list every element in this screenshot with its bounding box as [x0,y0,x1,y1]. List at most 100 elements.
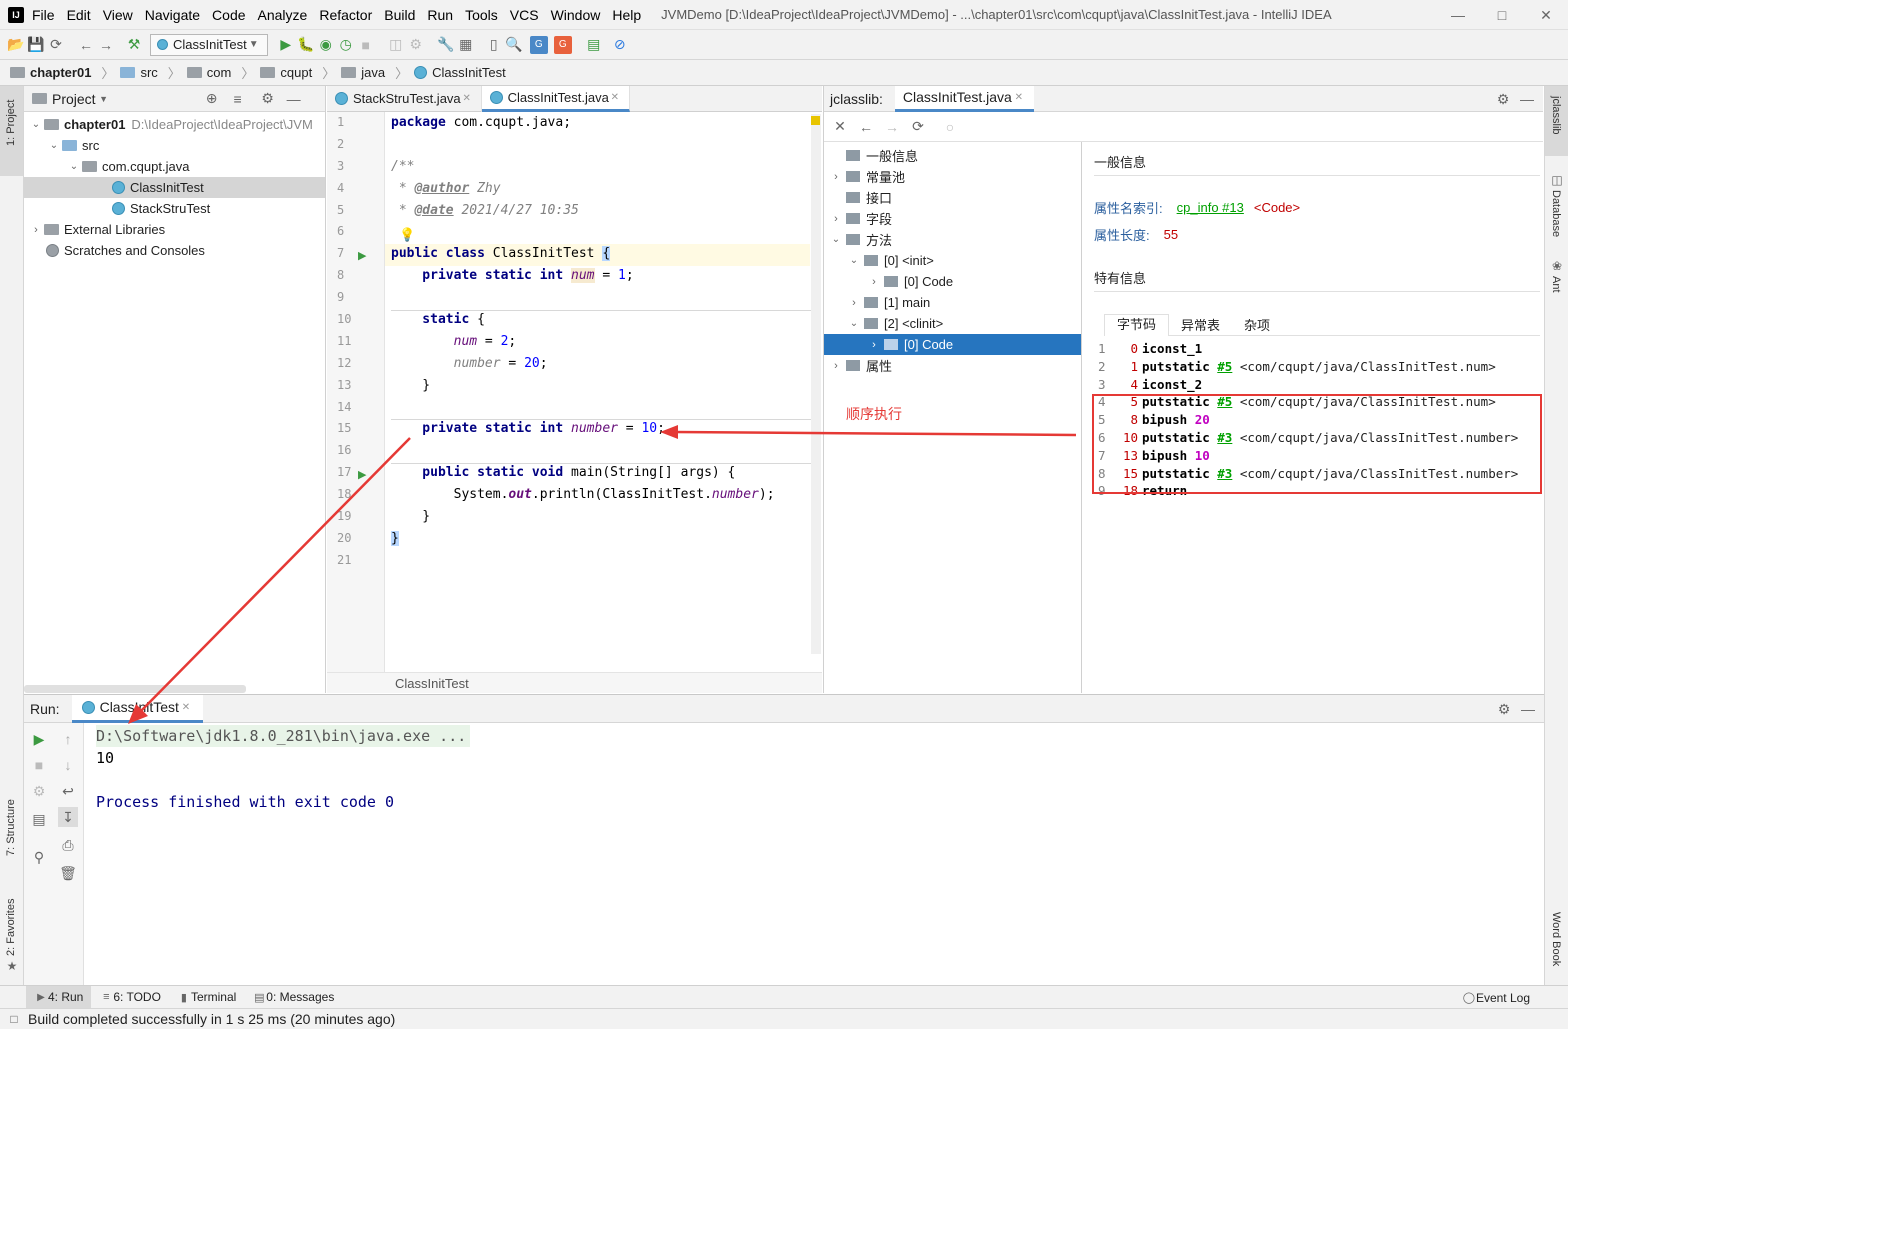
tab-terminal[interactable]: ▮ Terminal [169,986,244,1009]
chevron-down-icon[interactable]: ⌄ [844,251,864,271]
menu-item-code[interactable]: Code [212,7,245,23]
structure-tool-label[interactable]: 7: Structure [5,799,17,856]
event-log-tab[interactable]: ◯ Event Log [1454,986,1538,1009]
vcs-icon[interactable]: ⚙ [406,35,426,55]
close-tab-icon[interactable]: ✕ [461,89,473,109]
hide-icon[interactable]: — [1517,89,1537,109]
close-icon[interactable]: ✕ [830,117,850,137]
ant-icon[interactable]: ❀ [1547,256,1567,276]
tab-stackstrutest[interactable]: StackStruTest.java ✕ [327,85,482,112]
tree-item-classinittest[interactable]: ClassInitTest [24,177,325,198]
chevron-right-icon[interactable]: › [28,220,44,240]
run-gutter-icon[interactable]: ▶ [358,249,366,262]
chevron-down-icon[interactable]: ⌄ [46,136,62,156]
menu-item-run[interactable]: Run [427,7,453,23]
maximize-icon[interactable]: □ [1480,5,1524,25]
scroll-up-icon[interactable]: ↑ [58,729,78,749]
close-tab-icon[interactable]: ✕ [1012,87,1026,107]
layout-icon[interactable]: ▤ [29,809,49,829]
menu-item-edit[interactable]: Edit [67,7,91,23]
tab-classinittest[interactable]: ClassInitTest.java ✕ [481,85,630,112]
tab-run[interactable]: ▶ 4: Run [26,985,92,1009]
gear-icon[interactable]: ⚙ [1493,89,1513,109]
editor-scrollbar[interactable] [811,114,821,654]
favorites-tool-label[interactable]: 2: Favorites [5,899,17,956]
tree-item-init[interactable]: ⌄ [0] <init> [824,250,1081,271]
tree-item-attributes[interactable]: › 属性 [824,355,1081,376]
profile-icon[interactable]: ◷ [336,35,356,55]
close-tab-icon[interactable]: ✕ [609,87,621,107]
chevron-right-icon[interactable]: › [864,335,884,355]
monitor-icon[interactable]: ▤ [584,35,604,55]
tree-item-src[interactable]: ⌄ src [24,135,325,156]
tree-item-fields[interactable]: › 字段 [824,208,1081,229]
jclasslib-tab[interactable]: ClassInitTest.java ✕ [894,85,1034,112]
tree-item-package[interactable]: ⌄ com.cqupt.java [24,156,325,177]
hide-icon[interactable]: — [284,89,304,109]
tree-item-clinit-code[interactable]: › [0] Code [824,334,1081,355]
chevron-down-icon[interactable]: ⌄ [66,157,82,177]
chevron-down-icon[interactable]: ⌄ [826,230,846,250]
breadcrumb-item[interactable]: com [207,65,232,80]
tree-item-methods[interactable]: ⌄ 方法 [824,229,1081,250]
trash-icon[interactable]: 🗑 [58,863,78,883]
chevron-right-icon[interactable]: › [826,209,846,229]
debug-icon[interactable]: 🐛 [296,35,316,55]
console-output[interactable]: D:\Software\jdk1.8.0_281\bin\java.exe ..… [96,725,471,813]
back-icon[interactable]: ← [856,117,876,137]
editor-footer-label[interactable]: ClassInitTest [395,676,469,691]
menu-item-analyze[interactable]: Analyze [258,7,308,23]
database-tool-label[interactable]: Database [1550,190,1562,237]
gear-icon[interactable]: ⚙ [1494,699,1514,719]
print-icon[interactable]: ⎙ [58,835,78,855]
run-icon[interactable]: ▶ [276,35,296,55]
tree-item-stackstrutest[interactable]: StackStruTest [24,198,325,219]
chevron-down-icon[interactable]: ⌄ [28,115,44,135]
tree-item-interfaces[interactable]: 接口 [824,187,1081,208]
status-toggle-icon[interactable]: □ [6,1009,22,1029]
minimize-icon[interactable]: — [1436,5,1480,25]
web-icon[interactable]: ○ [940,117,960,137]
stop-icon[interactable]: ■ [356,35,376,55]
project-header-label[interactable]: Project [52,91,96,107]
bytecode-row[interactable]: 1 0 iconst_1 [1098,340,1540,358]
attr-name-link[interactable]: cp_info #13 [1177,200,1244,215]
tree-item-external-libraries[interactable]: › External Libraries [24,219,325,240]
gear-icon[interactable]: ⚙ [258,89,278,109]
terminal-icon[interactable]: ▯ [484,35,504,55]
project-tool-label[interactable]: 1: Project [5,100,17,146]
close-icon[interactable]: ✕ [1524,5,1568,25]
back-icon[interactable]: ← [76,35,96,55]
close-tab-icon[interactable]: ✕ [179,697,193,717]
wordbook-tool-label[interactable]: Word Book [1550,912,1562,966]
no-entry-icon[interactable]: ⊘ [610,35,630,55]
chevron-right-icon[interactable]: › [864,272,884,292]
refresh-icon[interactable]: ⟳ [908,117,928,137]
breadcrumb-item[interactable]: cqupt [280,65,312,80]
coverage-icon[interactable]: ◉ [316,35,336,55]
chevron-down-icon[interactable]: ⌄ [844,314,864,334]
restore-layout-icon[interactable]: ⚙ [29,781,49,801]
tree-item-scratches[interactable]: Scratches and Consoles [24,240,325,261]
tree-item-chapter01[interactable]: ⌄ chapter01 D:\IdeaProject\IdeaProject\J… [24,114,325,135]
attach-icon[interactable]: ◫ [386,35,406,55]
locate-icon[interactable]: ⊕ [202,89,222,109]
tab-exception-table[interactable]: 异常表 [1169,315,1232,334]
soft-wrap-icon[interactable]: ↩ [58,781,78,801]
database-icon[interactable]: ◫ [1547,170,1567,190]
chevron-right-icon[interactable]: › [826,356,846,376]
menu-item-tools[interactable]: Tools [465,7,498,23]
tree-item-main[interactable]: › [1] main [824,292,1081,313]
scroll-down-icon[interactable]: ↓ [58,755,78,775]
menu-item-build[interactable]: Build [384,7,415,23]
menu-item-window[interactable]: Window [551,7,601,23]
collapse-all-icon[interactable]: ≡ [228,89,248,109]
chevron-down-icon[interactable]: ▼ [96,89,112,109]
pin-icon[interactable]: ⚲ [29,847,49,867]
hide-icon[interactable]: — [1518,699,1538,719]
bytecode-row[interactable]: 3 4 iconst_2 [1098,376,1540,394]
tab-bytecode[interactable]: 字节码 [1104,313,1170,336]
chevron-right-icon[interactable]: › [844,293,864,313]
jclasslib-tool-label[interactable]: jclasslib [1550,96,1562,135]
forward-icon[interactable]: → [882,117,902,137]
